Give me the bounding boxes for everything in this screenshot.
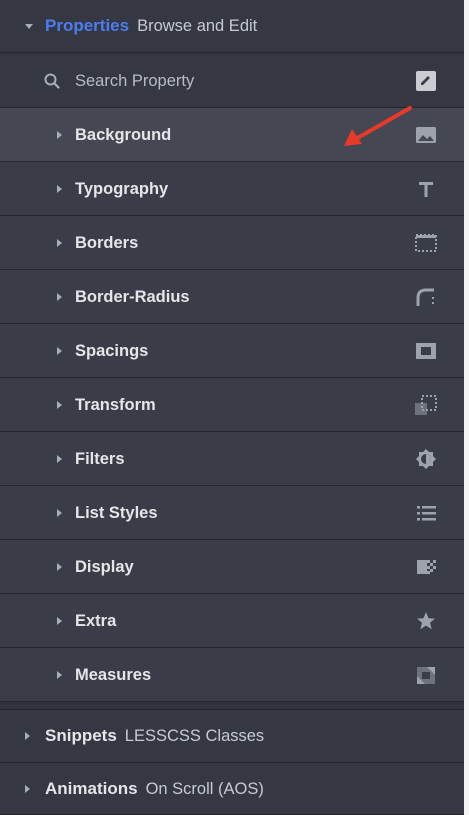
annotation-arrow <box>344 106 412 146</box>
property-row-border-radius[interactable]: Border-Radius <box>0 270 464 324</box>
property-label: Display <box>75 558 134 576</box>
property-row-borders[interactable]: Borders <box>0 216 464 270</box>
window-edge <box>464 0 469 815</box>
animations-title: Animations <box>45 778 138 798</box>
property-label: Spacings <box>75 342 149 360</box>
property-label: Filters <box>75 450 125 468</box>
property-label: Measures <box>75 666 152 684</box>
chevron-right-icon <box>25 732 30 740</box>
properties-subtitle: Browse and Edit <box>137 17 258 35</box>
search-property-row[interactable]: Search Property <box>0 54 464 108</box>
border-dotted-icon <box>415 234 437 252</box>
transform-icon <box>415 395 437 415</box>
search-icon <box>44 73 60 89</box>
property-row-extra[interactable]: Extra <box>0 594 464 648</box>
animations-subtitle: On Scroll (AOS) <box>145 779 264 798</box>
chevron-right-icon <box>57 293 62 301</box>
property-row-display[interactable]: Display <box>0 540 464 594</box>
image-icon <box>416 127 436 143</box>
search-input[interactable]: Search Property <box>75 54 194 108</box>
list-icon <box>417 506 436 521</box>
property-row-measures[interactable]: Measures <box>0 648 464 702</box>
resize-icon <box>417 667 435 684</box>
chevron-down-icon <box>25 24 33 29</box>
property-label: Typography <box>75 180 169 198</box>
chevron-right-icon <box>57 401 62 409</box>
border-radius-icon <box>416 288 434 306</box>
property-row-filters[interactable]: Filters <box>0 432 464 486</box>
property-row-list-styles[interactable]: List Styles <box>0 486 464 540</box>
chevron-right-icon <box>25 784 30 793</box>
display-checker-icon <box>417 560 436 574</box>
properties-section-header[interactable]: Properties Browse and Edit <box>0 0 464 53</box>
animations-section-header[interactable]: Animations On Scroll (AOS) <box>0 763 464 815</box>
edit-pencil-icon[interactable] <box>414 70 438 92</box>
chevron-right-icon <box>57 671 62 679</box>
property-label: Background <box>75 126 172 144</box>
chevron-right-icon <box>57 347 62 355</box>
properties-title: Properties <box>45 16 130 35</box>
snippets-section-header[interactable]: Snippets LESSCSS Classes <box>0 709 464 763</box>
chevron-right-icon <box>57 509 62 517</box>
property-label: Extra <box>75 612 117 630</box>
property-row-transform[interactable]: Transform <box>0 378 464 432</box>
snippets-title: Snippets <box>45 726 117 745</box>
chevron-right-icon <box>57 131 62 139</box>
spacing-box-icon <box>416 343 436 359</box>
property-label: Borders <box>75 234 139 252</box>
text-t-icon <box>419 182 433 197</box>
property-row-typography[interactable]: Typography <box>0 162 464 216</box>
property-row-spacings[interactable]: Spacings <box>0 324 464 378</box>
property-label: Transform <box>75 396 156 414</box>
star-icon <box>417 612 435 630</box>
chevron-right-icon <box>57 617 62 625</box>
chevron-right-icon <box>57 239 62 247</box>
property-label: Border-Radius <box>75 288 190 306</box>
snippets-subtitle: LESSCSS Classes <box>124 727 265 745</box>
chevron-right-icon <box>57 455 62 463</box>
property-label: List Styles <box>75 504 158 522</box>
filter-contrast-icon <box>416 449 436 469</box>
chevron-right-icon <box>57 563 62 571</box>
chevron-right-icon <box>57 185 62 193</box>
